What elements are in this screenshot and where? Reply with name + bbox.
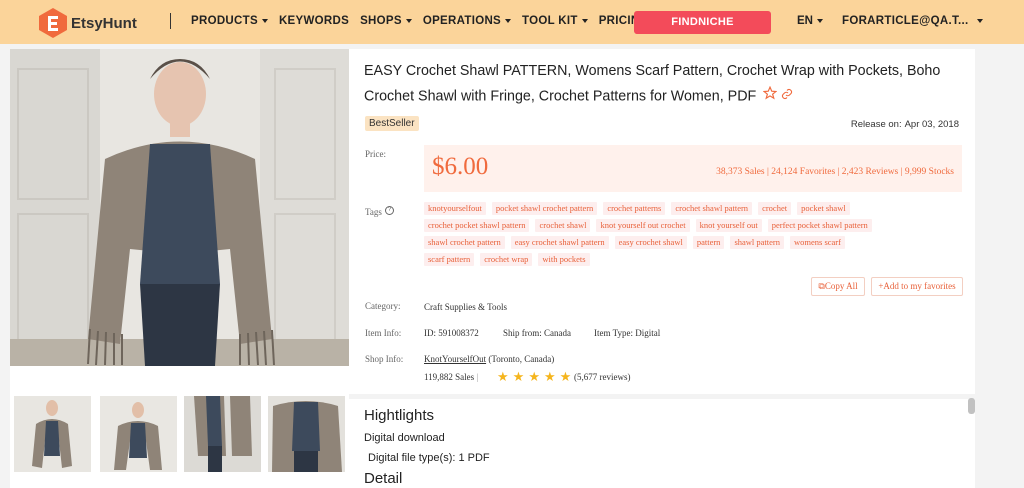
chevron-down-icon	[976, 19, 983, 23]
star-icon: ★	[512, 369, 525, 384]
menu-products[interactable]: PRODUCTS	[191, 15, 268, 27]
tag[interactable]: pocket shawl	[797, 202, 850, 215]
language-selector[interactable]: EN	[797, 15, 823, 27]
link-icon[interactable]	[781, 88, 793, 100]
menu-operations[interactable]: OPERATIONS	[423, 15, 512, 27]
account-menu[interactable]: FORARTICLE@QA.T...	[842, 15, 983, 27]
highlights-heading: Hightlights	[364, 407, 435, 424]
menu-keywords[interactable]: KEYWORDS	[279, 15, 349, 27]
shop-info-label: Shop Info:	[365, 354, 404, 364]
sales-stats: 38,373 Sales | 24,124 Favorites | 2,423 …	[716, 167, 954, 177]
brand-logo[interactable]: EtsyHunt	[37, 7, 137, 39]
product-detail-panel: EASY Crochet Shawl PATTERN, Womens Scarf…	[349, 49, 975, 394]
scrollbar-thumb[interactable]	[968, 398, 975, 414]
chevron-down-icon	[261, 19, 268, 23]
shop-info: KnotYourselfOut (Toronto, Canada)	[424, 354, 554, 364]
item-info-label: Item Info:	[365, 328, 402, 338]
tag[interactable]: pattern	[692, 236, 725, 249]
thumbnail-1[interactable]	[14, 396, 91, 472]
star-icon: ★	[528, 369, 540, 384]
release-date: Release on: Apr 03, 2018	[850, 119, 959, 130]
highlights-panel: Hightlights Digital download Digital fil…	[349, 399, 975, 488]
tag[interactable]: perfect pocket shawl pattern	[767, 219, 872, 232]
nav-divider	[170, 13, 171, 29]
tag[interactable]: knot yourself out	[695, 219, 762, 232]
tag[interactable]: pocket shawl crochet pattern	[491, 202, 598, 215]
price-value: $6.00	[432, 153, 489, 180]
category-value[interactable]: Craft Supplies & Tools	[424, 302, 507, 312]
price-box: $6.00 38,373 Sales | 24,124 Favorites | …	[424, 145, 962, 192]
item-type: Item Type: Digital	[594, 328, 661, 338]
tag[interactable]: crochet shawl pattern	[671, 202, 753, 215]
tag[interactable]: knotyourselfout	[424, 202, 486, 215]
add-to-favorites-button[interactable]: +Add to my favorites	[871, 277, 963, 296]
tag-list: knotyourselfout pocket shawl crochet pat…	[424, 202, 894, 266]
product-title: EASY Crochet Shawl PATTERN, Womens Scarf…	[364, 63, 941, 105]
tag[interactable]: with pockets	[538, 253, 590, 266]
highlight-file-type: Digital file type(s): 1 PDF	[368, 452, 490, 464]
tag[interactable]: womens scarf	[790, 236, 845, 249]
tag[interactable]: scarf pattern	[424, 253, 475, 266]
findniche-button[interactable]: FINDNICHE	[634, 11, 771, 34]
detail-heading: Detail	[364, 470, 403, 487]
ship-from: Ship from: Canada	[503, 328, 571, 338]
tag[interactable]: easy crochet shawl pattern	[510, 236, 609, 249]
tags-label: Tags	[365, 207, 382, 217]
shop-reviews: (5,677 reviews)	[574, 372, 631, 382]
product-main-image[interactable]	[10, 49, 349, 366]
thumbnail-3[interactable]	[184, 396, 261, 472]
top-nav: EtsyHunt PRODUCTS KEYWORDS SHOPS OPERATI…	[0, 0, 1024, 44]
chevron-down-icon	[816, 19, 823, 23]
tag[interactable]: shawl crochet pattern	[424, 236, 505, 249]
main-menu: PRODUCTS KEYWORDS SHOPS OPERATIONS TOOL …	[191, 15, 660, 27]
chevron-down-icon	[581, 19, 588, 23]
tag[interactable]: easy crochet shawl	[614, 236, 687, 249]
tag[interactable]: knot yourself out crochet	[596, 219, 690, 232]
tag[interactable]: crochet pocket shawl pattern	[424, 219, 530, 232]
chevron-down-icon	[405, 19, 412, 23]
menu-tool-kit[interactable]: TOOL KIT	[522, 15, 588, 27]
shop-rating: ★ ★ ★ ★ ★	[497, 370, 571, 383]
category-label: Category:	[365, 301, 401, 311]
tag[interactable]: crochet	[758, 202, 792, 215]
highlight-digital-download: Digital download	[364, 432, 445, 444]
menu-shops[interactable]: SHOPS	[360, 15, 412, 27]
chevron-down-icon	[505, 19, 512, 23]
price-label: Price:	[365, 149, 386, 159]
item-id: ID: 591008372	[424, 328, 479, 338]
thumbnail-4[interactable]	[268, 396, 345, 472]
brand-name: EtsyHunt	[71, 14, 137, 32]
tag[interactable]: shawl pattern	[730, 236, 784, 249]
star-icon: ★	[559, 369, 572, 384]
favorite-star-icon[interactable]	[762, 85, 778, 100]
copy-all-button[interactable]: ⧉Copy All	[811, 277, 865, 296]
star-icon: ★	[543, 369, 556, 384]
tag[interactable]: crochet wrap	[480, 253, 533, 266]
tag[interactable]: crochet patterns	[603, 202, 666, 215]
shop-name-link[interactable]: KnotYourselfOut	[424, 354, 486, 364]
logo-icon	[37, 7, 69, 39]
bestseller-badge: BestSeller	[365, 116, 419, 131]
tag[interactable]: crochet shawl	[535, 219, 591, 232]
thumbnail-2[interactable]	[100, 396, 177, 472]
help-icon[interactable]: ?	[385, 206, 394, 215]
star-icon: ★	[497, 369, 509, 384]
shop-location: (Toronto, Canada)	[488, 354, 555, 364]
shop-sales: 119,882 Sales |	[424, 372, 479, 382]
